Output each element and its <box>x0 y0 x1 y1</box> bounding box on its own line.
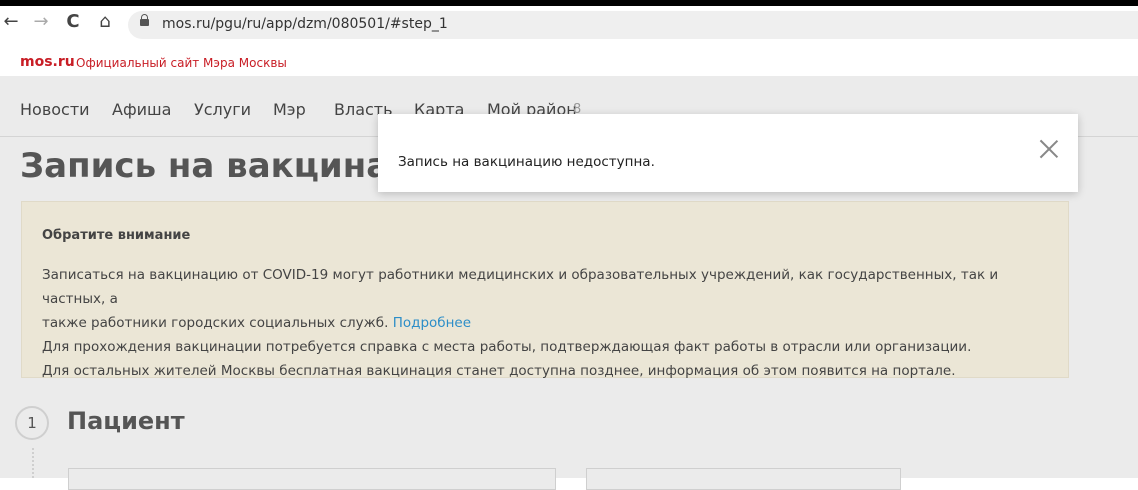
url-text: mos.ru/pgu/ru/app/dzm/080501/#step_1 <box>162 16 448 32</box>
page-title: Запись на вакцинаци <box>20 146 439 186</box>
browser-toolbar: ← → C ⌂ mos.ru/pgu/ru/app/dzm/080501/#st… <box>0 0 1138 44</box>
more-link[interactable]: Подробнее <box>393 315 471 331</box>
lock-icon <box>140 14 149 26</box>
alert-modal: Запись на вакцинацию недоступна. <box>378 114 1078 192</box>
step-title: Пациент <box>67 407 185 435</box>
patient-field-2[interactable] <box>586 468 901 490</box>
notice-line-4: Для остальных жителей Москвы бесплатная … <box>42 363 956 379</box>
notice-box: Обратите внимание Записаться на вакцинац… <box>21 201 1069 379</box>
mos-logo[interactable]: mos.ru <box>20 54 75 70</box>
nav-item-mayor[interactable]: Мэр <box>273 100 306 119</box>
modal-message: Запись на вакцинацию недоступна. <box>398 154 655 170</box>
notice-title: Обратите внимание <box>42 228 191 243</box>
notice-line-3: Для прохождения вакцинации потребуется с… <box>42 339 972 355</box>
site-subtitle: Официальный сайт Мэра Москвы <box>76 56 287 70</box>
notice-body: Записаться на вакцинацию от COVID-19 мог… <box>42 263 1052 383</box>
notice-line-1: Записаться на вакцинацию от COVID-19 мог… <box>42 267 999 307</box>
nav-item-services[interactable]: Услуги <box>194 100 251 119</box>
notice-line-2: также работники городских социальных слу… <box>42 315 389 331</box>
back-icon[interactable]: ← <box>0 11 22 32</box>
nav-item-news[interactable]: Новости <box>20 100 90 119</box>
step-number: 1 <box>15 406 49 440</box>
patient-field-1[interactable] <box>68 468 556 490</box>
close-icon[interactable] <box>1038 138 1060 160</box>
nav-item-afisha[interactable]: Афиша <box>112 100 171 119</box>
step-connector <box>32 448 34 478</box>
brand-header: mos.ru Официальный сайт Мэра Москвы <box>0 44 1138 76</box>
reload-icon[interactable]: C <box>62 11 84 32</box>
forward-icon[interactable]: → <box>30 11 52 32</box>
home-icon[interactable]: ⌂ <box>94 11 116 32</box>
address-bar[interactable]: mos.ru/pgu/ru/app/dzm/080501/#step_1 <box>128 11 1138 39</box>
